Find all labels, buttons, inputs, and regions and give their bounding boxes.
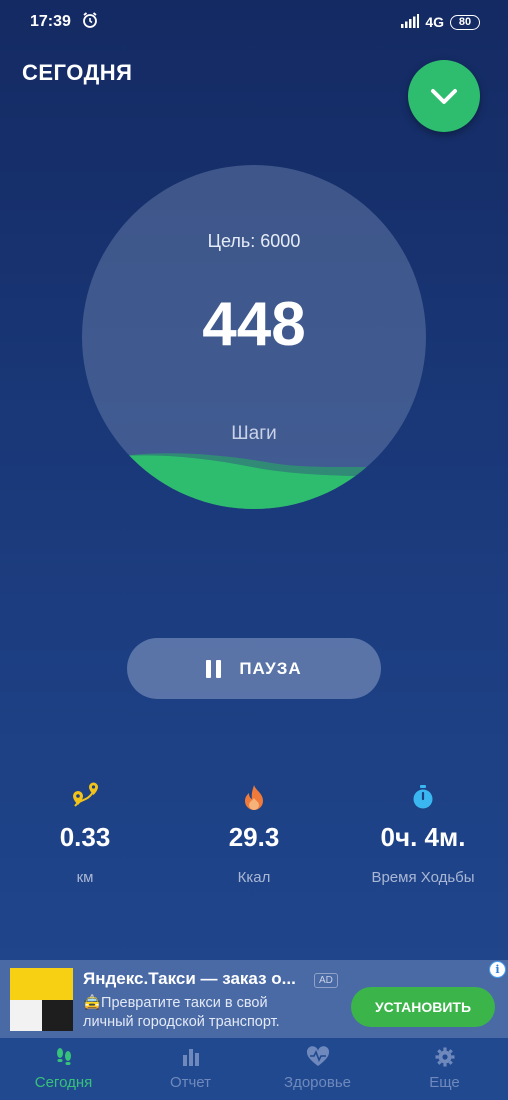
- steps-progress-circle: Цель: 6000 448 Шаги: [82, 165, 426, 509]
- network-type: 4G: [425, 14, 444, 30]
- stat-walk-time: 0ч. 4м. Время Ходьбы: [343, 780, 503, 886]
- status-bar: 17:39 4G 80: [0, 0, 508, 44]
- steps-count: 448: [202, 290, 306, 359]
- alarm-icon: [81, 11, 99, 34]
- stat-distance: 0.33 км: [5, 780, 165, 886]
- nav-item-more[interactable]: Еще: [381, 1038, 508, 1100]
- ad-app-logo: [10, 968, 73, 1031]
- check-button[interactable]: [408, 60, 480, 132]
- status-right: 4G 80: [401, 13, 480, 31]
- stat-calories: 29.3 Ккал: [174, 780, 334, 886]
- ad-badge: AD: [314, 973, 338, 988]
- ad-description: 🚖Превратите такси в свой личный городско…: [83, 995, 280, 1030]
- gear-icon: [435, 1047, 454, 1067]
- nav-label: Еще: [429, 1074, 460, 1091]
- stat-value: 0.33: [59, 822, 111, 852]
- chevron-down-icon: [431, 89, 457, 104]
- signal-icon: [401, 13, 420, 31]
- stats-row: 0.33 км 29.3 Ккал 0ч. 4м. Время Ходьбы: [0, 780, 508, 890]
- install-button[interactable]: УСТАНОВИТЬ: [351, 987, 495, 1027]
- map-pin-route-icon: [5, 780, 165, 814]
- stat-label: Ккал: [237, 869, 271, 886]
- stat-value: 0ч. 4м.: [380, 822, 466, 852]
- info-icon[interactable]: i: [489, 961, 506, 978]
- flame-icon: [174, 780, 334, 814]
- status-left: 17:39: [30, 11, 99, 34]
- page-title: СЕГОДНЯ: [22, 60, 133, 85]
- stopwatch-icon: [343, 780, 503, 814]
- pause-button-label: ПАУЗА: [239, 658, 302, 678]
- nav-item-health[interactable]: Здоровье: [254, 1038, 381, 1100]
- heart-pulse-icon: [306, 1046, 329, 1066]
- nav-item-today[interactable]: Сегодня: [0, 1038, 127, 1100]
- footsteps-icon: [56, 1048, 71, 1065]
- battery-icon: 80: [450, 14, 480, 30]
- progress-wave: [82, 453, 426, 509]
- status-time: 17:39: [30, 13, 71, 30]
- stat-value: 29.3: [228, 822, 280, 852]
- pause-button[interactable]: ПАУЗА: [127, 638, 381, 699]
- bottom-nav: Сегодня Отчет Здоровье Еще: [0, 1038, 508, 1100]
- steps-label: Шаги: [231, 423, 277, 444]
- pause-icon: [206, 659, 222, 678]
- nav-label: Здоровье: [284, 1074, 351, 1091]
- nav-label: Отчет: [169, 1074, 212, 1091]
- stat-label: Время Ходьбы: [371, 869, 475, 886]
- goal-label: Цель: 6000: [207, 231, 301, 251]
- stat-label: км: [76, 869, 94, 886]
- nav-item-report[interactable]: Отчет: [127, 1038, 254, 1100]
- bar-chart-icon: [182, 1049, 199, 1066]
- nav-label: Сегодня: [34, 1074, 93, 1091]
- ad-title: Яндекс.Такси — заказ о...: [83, 969, 296, 988]
